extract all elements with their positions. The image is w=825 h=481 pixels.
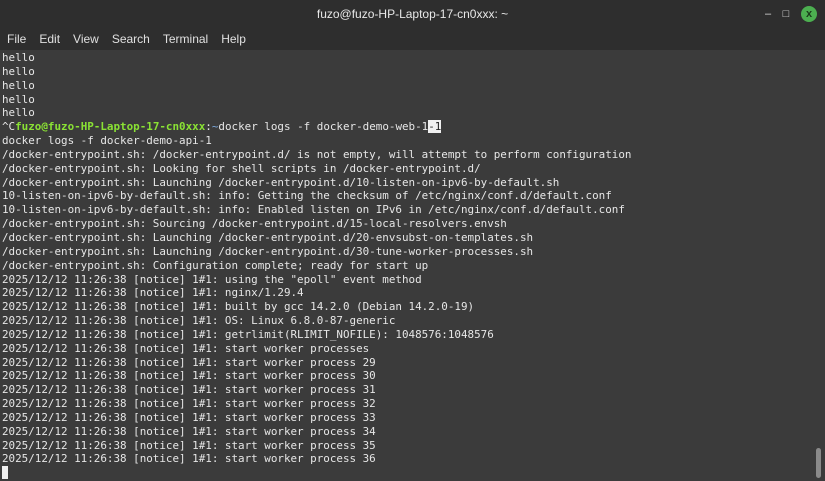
output-line: 2025/12/12 11:26:38 [notice] 1#1: using …: [2, 272, 422, 286]
output-line: 2025/12/12 11:26:38 [notice] 1#1: built …: [2, 300, 475, 314]
output-line: 2025/12/12 11:26:38 [notice] 1#1: OS: Li…: [2, 314, 396, 328]
output-line: /docker-entrypoint.sh: Launching /docker…: [2, 230, 534, 244]
output-line: 2025/12/12 11:26:38 [notice] 1#1: start …: [2, 397, 376, 411]
output-line: /docker-entrypoint.sh: Launching /docker…: [2, 244, 534, 258]
menu-terminal[interactable]: Terminal: [156, 28, 214, 46]
output-line: 2025/12/12 11:26:38 [notice] 1#1: start …: [2, 410, 376, 424]
text-cursor: [2, 466, 8, 480]
output-line: hello: [2, 92, 35, 106]
minimize-button[interactable]: –: [760, 6, 776, 22]
output-line: 2025/12/12 11:26:38 [notice] 1#1: start …: [2, 424, 376, 438]
output-line: 2025/12/12 11:26:38 [notice] 1#1: start …: [2, 452, 376, 466]
output-line: 10-listen-on-ipv6-by-default.sh: info: E…: [2, 203, 625, 217]
maximize-button[interactable]: □: [778, 6, 794, 22]
menu-search[interactable]: Search: [105, 28, 156, 46]
output-line: /docker-entrypoint.sh: /docker-entrypoin…: [2, 147, 632, 161]
prompt-userhost: fuzo@fuzo-HP-Laptop-17-cn0xxx: [15, 120, 206, 134]
output-line: /docker-entrypoint.sh: Looking for shell…: [2, 161, 481, 175]
menu-view[interactable]: View: [66, 28, 105, 46]
window-title: fuzo@fuzo-HP-Laptop-17-cn0xxx: ~: [316, 7, 509, 21]
output-line: hello: [2, 51, 35, 64]
output-line: 2025/12/12 11:26:38 [notice] 1#1: start …: [2, 355, 376, 369]
output-line: hello: [2, 78, 35, 92]
output-line: 2025/12/12 11:26:38 [notice] 1#1: start …: [2, 341, 370, 355]
menu-file[interactable]: File: [0, 28, 32, 46]
menu-bar: File Edit View Search Terminal Help: [0, 28, 825, 50]
text-cursor-selection: -1: [428, 120, 442, 134]
output-line: 10-listen-on-ipv6-by-default.sh: info: G…: [2, 189, 612, 203]
close-button[interactable]: x: [801, 6, 817, 22]
menu-edit[interactable]: Edit: [32, 28, 66, 46]
prompt-line: ^Cfuzo@fuzo-HP-Laptop-17-cn0xxx:~docker …: [2, 120, 813, 134]
output-line: 2025/12/12 11:26:38 [notice] 1#1: nginx/…: [2, 286, 304, 300]
terminal-output[interactable]: hello hello hello hello hello ^Cfuzo@fuzo-HP-…: [2, 51, 813, 481]
output-line: hello: [2, 106, 35, 120]
output-line: 2025/12/12 11:26:38 [notice] 1#1: getrli…: [2, 327, 494, 341]
prompt-command: docker logs -f docker-demo-web-1: [218, 120, 429, 134]
output-line: 2025/12/12 11:26:38 [notice] 1#1: start …: [2, 438, 376, 452]
output-line: docker logs -f docker-demo-api-1: [2, 134, 212, 148]
output-line: /docker-entrypoint.sh: Sourcing /docker-…: [2, 217, 507, 231]
output-line: 2025/12/12 11:26:38 [notice] 1#1: start …: [2, 369, 376, 383]
title-bar[interactable]: fuzo@fuzo-HP-Laptop-17-cn0xxx: ~ – □ x: [0, 0, 825, 28]
ctrl-c: ^C: [2, 120, 16, 134]
output-line: 2025/12/12 11:26:38 [notice] 1#1: start …: [2, 383, 376, 397]
menu-help[interactable]: Help: [214, 28, 252, 46]
output-line: /docker-entrypoint.sh: Launching /docker…: [2, 175, 560, 189]
output-line: hello: [2, 64, 35, 78]
output-line: /docker-entrypoint.sh: Configuration com…: [2, 258, 429, 272]
scrollbar-thumb[interactable]: [816, 448, 821, 478]
